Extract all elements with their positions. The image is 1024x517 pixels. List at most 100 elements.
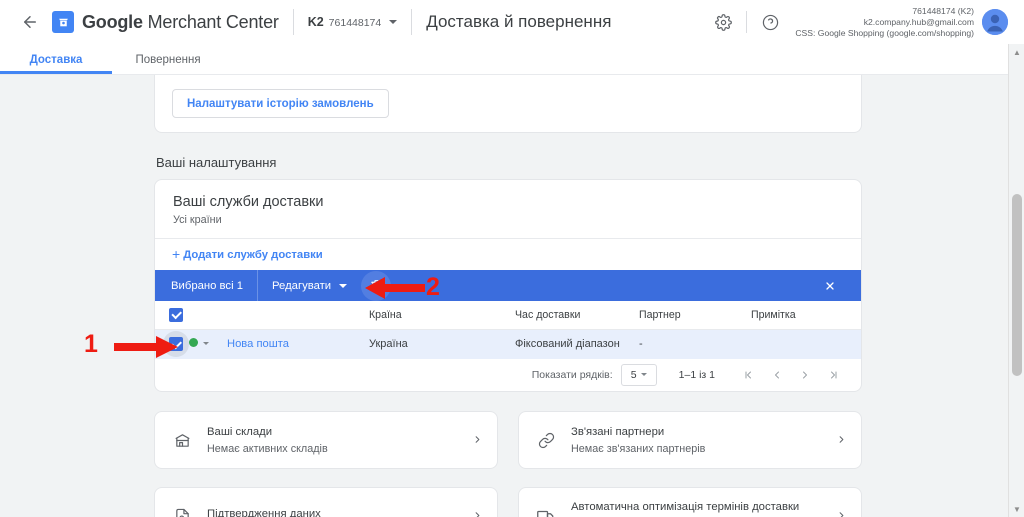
service-name-link[interactable]: Нова пошта (227, 338, 289, 350)
card-header: Ваші служби доставки Усі країни (155, 180, 861, 238)
order-history-card: Налаштувати історію замовлень (154, 75, 862, 133)
note-header: Примітка (751, 301, 861, 330)
link-icon (535, 432, 557, 449)
row-country-cell: Україна (369, 338, 408, 351)
merchant-center-logo (52, 11, 74, 33)
tile-data-verification-text: Підтвердження даних (207, 507, 464, 517)
main-content: Налаштувати історію замовлень Ваші налаш… (0, 75, 1008, 517)
add-shipping-service-label: Додати службу доставки (183, 248, 323, 261)
scrollbar-thumb[interactable] (1012, 194, 1022, 376)
row-status-cell[interactable] (189, 329, 227, 359)
row-delivery-time-cell: Фіксований діапазон (515, 338, 620, 351)
help-icon[interactable] (753, 5, 787, 39)
annotation-arrow-2 (365, 277, 425, 299)
last-page-icon[interactable] (819, 363, 847, 387)
card-heading: Ваші служби доставки (173, 194, 324, 210)
status-header (189, 301, 227, 330)
edit-button-label: Редагувати (272, 279, 332, 292)
tile-linked-partners-text: Зв'язані партнери Немає зв'язаних партне… (571, 425, 828, 454)
back-arrow-icon[interactable] (18, 10, 42, 34)
shipping-services-table: Країна Час доставки Партнер Примітка Нов… (155, 301, 861, 359)
tab-returns[interactable]: Повернення (112, 54, 224, 74)
vertical-scrollbar[interactable]: ▲ ▼ (1008, 44, 1024, 517)
table-header: Країна Час доставки Партнер Примітка (155, 301, 861, 330)
tile-auto-delivery-optimization[interactable]: Автоматична оптимізація термінів доставк… (518, 487, 862, 517)
account-info-email: k2.company.hub@gmail.com (863, 16, 974, 27)
merchant-center-app: Google Merchant Center K2 761448174 Дост… (0, 0, 1024, 517)
tab-bar: Доставка Повернення (0, 44, 1024, 75)
next-page-icon[interactable] (791, 363, 819, 387)
scroll-down-icon[interactable]: ▼ (1009, 501, 1024, 517)
add-shipping-service-button[interactable]: + Додати службу доставки (172, 245, 323, 262)
pagination-range: 1–1 із 1 (678, 368, 715, 381)
tile-linked-partners[interactable]: Зв'язані партнери Немає зв'язаних партне… (518, 411, 862, 469)
brand-google: Google (82, 11, 143, 32)
tile-warehouses-title: Ваші склади (207, 426, 273, 439)
top-bar-right: 761448174 (K2) k2.company.hub@gmail.com … (706, 5, 1012, 39)
tile-data-verification-title: Підтвердження даних (207, 508, 321, 517)
first-page-icon[interactable] (735, 363, 763, 387)
delivery-time-header: Час доставки (515, 301, 639, 330)
rows-per-page-label: Показати рядків: (531, 368, 613, 381)
status-dot-green (189, 338, 198, 348)
account-selector[interactable]: K2 761448174 (308, 15, 398, 29)
brand-title: Google Merchant Center (82, 12, 279, 33)
pagination: Показати рядків: 5 1–1 із 1 (155, 359, 861, 390)
warehouse-icon (171, 432, 193, 449)
account-name: K2 (307, 15, 324, 29)
table-row[interactable]: Нова пошта Україна Фіксований діапазон - (155, 329, 861, 359)
shipping-services-card: Ваші служби доставки Усі країни + Додати… (154, 179, 862, 392)
chevron-down-icon (203, 342, 209, 346)
table-header-row: Країна Час доставки Партнер Примітка (155, 301, 861, 330)
truck-icon (535, 507, 557, 517)
chevron-right-icon (472, 509, 483, 517)
chevron-right-icon (472, 433, 483, 448)
row-partner-cell: - (639, 338, 643, 351)
country-header: Країна (369, 301, 515, 330)
configure-order-history-button[interactable]: Налаштувати історію замовлень (172, 89, 389, 118)
tile-linked-partners-title: Зв'язані партнери (571, 426, 665, 439)
tile-warehouses-text: Ваші склади Немає активних складів (207, 425, 464, 454)
tile-warehouses-subtitle: Немає активних складів (207, 442, 328, 455)
divider (746, 11, 748, 33)
brand-merchant-center: Merchant Center (142, 11, 279, 32)
close-selection-button[interactable] (815, 271, 845, 301)
edit-button[interactable]: Редагувати (258, 280, 355, 292)
card-subheading: Усі країни (173, 214, 222, 226)
checkbox-checked-icon[interactable] (169, 307, 183, 322)
page-title: Доставка й повернення (426, 12, 612, 31)
top-bar: Google Merchant Center K2 761448174 Дост… (0, 0, 1024, 44)
tile-data-verification[interactable]: Підтвердження даних (154, 487, 498, 517)
table-body: Нова пошта Україна Фіксований діапазон - (155, 329, 861, 359)
annotation-label-2: 2 (426, 273, 440, 301)
annotation-arrow-1 (114, 336, 178, 358)
partner-header: Партнер (639, 301, 751, 330)
account-info-css: CSS: Google Shopping (google.com/shoppin… (795, 27, 974, 38)
section-title: Ваші налаштування (156, 155, 277, 170)
annotation-label-1: 1 (84, 330, 98, 358)
scroll-up-icon[interactable]: ▲ (1009, 44, 1024, 60)
tile-warehouses[interactable]: Ваші склади Немає активних складів (154, 411, 498, 469)
prev-page-icon[interactable] (763, 363, 791, 387)
rows-per-page-value: 5 (630, 368, 637, 381)
selection-toolbar: Вибрано всі 1 Редагувати (155, 270, 861, 301)
document-search-icon (171, 508, 193, 517)
chevron-down-icon (339, 283, 348, 288)
chevron-right-icon (836, 433, 847, 448)
row-note-cell (751, 329, 861, 359)
account-info: 761448174 (K2) k2.company.hub@gmail.com … (795, 6, 974, 39)
select-all-header (155, 301, 189, 330)
plus-icon: + (172, 245, 181, 262)
tile-linked-partners-subtitle: Немає зв'язаних партнерів (571, 442, 706, 455)
selection-count: Вибрано всі 1 (171, 279, 243, 292)
gear-icon[interactable] (706, 5, 740, 39)
chevron-down-icon (389, 20, 398, 24)
chevron-down-icon (640, 373, 647, 376)
rows-per-page-select[interactable]: 5 (620, 363, 657, 386)
name-header (227, 301, 369, 330)
row-name-cell: Нова пошта (227, 329, 369, 359)
add-service-row: + Додати службу доставки (155, 239, 861, 270)
avatar[interactable] (982, 9, 1008, 35)
tile-auto-delivery-optimization-title: Автоматична оптимізація термінів доставк… (571, 500, 800, 517)
tile-auto-delivery-optimization-text: Автоматична оптимізація термінів доставк… (571, 500, 828, 517)
